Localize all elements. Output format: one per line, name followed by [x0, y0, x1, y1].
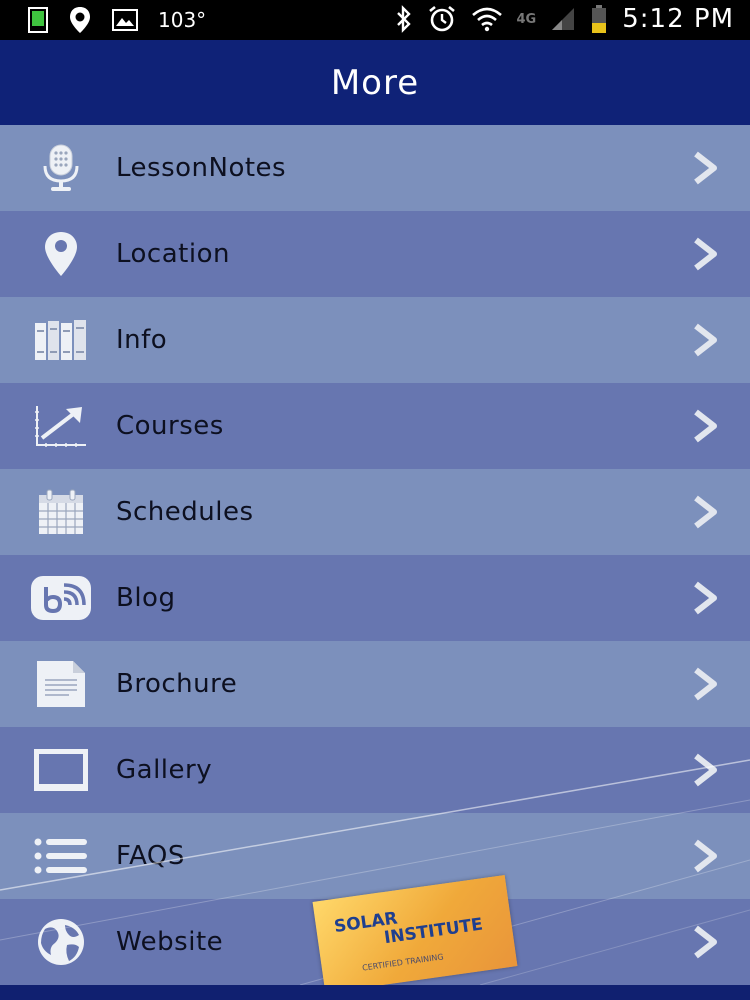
notification-icon — [28, 7, 48, 33]
menu-list: LessonNotes Location Info Courses Schedu… — [0, 125, 750, 985]
logo-text-line-3: CERTIFIED TRAINING — [361, 952, 445, 973]
menu-item-courses[interactable]: Courses — [0, 383, 750, 469]
menu-item-label: Schedules — [116, 497, 254, 527]
menu-item-faqs[interactable]: FAQS — [0, 813, 750, 899]
menu-item-gallery[interactable]: Gallery — [0, 727, 750, 813]
menu-item-label: Courses — [116, 411, 224, 441]
location-icon — [70, 7, 90, 33]
menu-item-label: Website — [116, 927, 224, 957]
clock-readout: 5:12 PM — [622, 4, 734, 34]
page-title: More — [330, 62, 420, 103]
menu-item-info[interactable]: Info — [0, 297, 750, 383]
menu-item-label: LessonNotes — [116, 153, 287, 183]
network-type-label: 4G — [516, 11, 537, 27]
logo-text-line-2: INSTITUTE — [382, 914, 485, 949]
chevron-right-icon — [694, 753, 717, 787]
status-bar: 103° 4G 5:12 PM — [0, 0, 750, 40]
signal-icon — [552, 8, 575, 30]
menu-item-label: Location — [116, 239, 230, 269]
menu-item-label: FAQS — [116, 841, 185, 871]
alarm-icon — [428, 5, 455, 32]
chevron-right-icon — [694, 839, 717, 873]
chevron-right-icon — [694, 237, 717, 271]
menu-item-label: Brochure — [116, 669, 238, 699]
globe-icon — [30, 912, 92, 972]
menu-item-label: Gallery — [116, 755, 213, 785]
picture-frame-icon — [30, 740, 92, 800]
temperature-readout: 103° — [158, 8, 207, 32]
microphone-icon — [30, 138, 92, 198]
menu-item-schedules[interactable]: Schedules — [0, 469, 750, 555]
bluetooth-icon — [396, 5, 411, 33]
menu-item-brochure[interactable]: Brochure — [0, 641, 750, 727]
menu-item-label: Info — [116, 325, 168, 355]
chevron-right-icon — [694, 151, 717, 185]
app-header: More — [0, 40, 750, 125]
list-icon — [30, 826, 92, 886]
menu-item-blog[interactable]: Blog — [0, 555, 750, 641]
menu-item-location[interactable]: Location — [0, 211, 750, 297]
chevron-right-icon — [694, 409, 717, 443]
books-icon — [30, 310, 92, 370]
calendar-icon — [30, 482, 92, 542]
wifi-icon — [471, 7, 502, 32]
menu-item-label: Blog — [116, 583, 176, 613]
battery-icon — [592, 5, 607, 33]
chevron-right-icon — [694, 581, 717, 615]
bottom-bar — [0, 985, 750, 1000]
blog-icon — [30, 568, 92, 628]
chevron-right-icon — [694, 925, 717, 959]
chevron-right-icon — [694, 323, 717, 357]
growth-chart-icon — [30, 396, 92, 456]
chevron-right-icon — [694, 667, 717, 701]
menu-item-lessonnotes[interactable]: LessonNotes — [0, 125, 750, 211]
chevron-right-icon — [694, 495, 717, 529]
map-pin-icon — [30, 224, 92, 284]
document-icon — [30, 654, 92, 714]
image-icon — [112, 9, 138, 31]
